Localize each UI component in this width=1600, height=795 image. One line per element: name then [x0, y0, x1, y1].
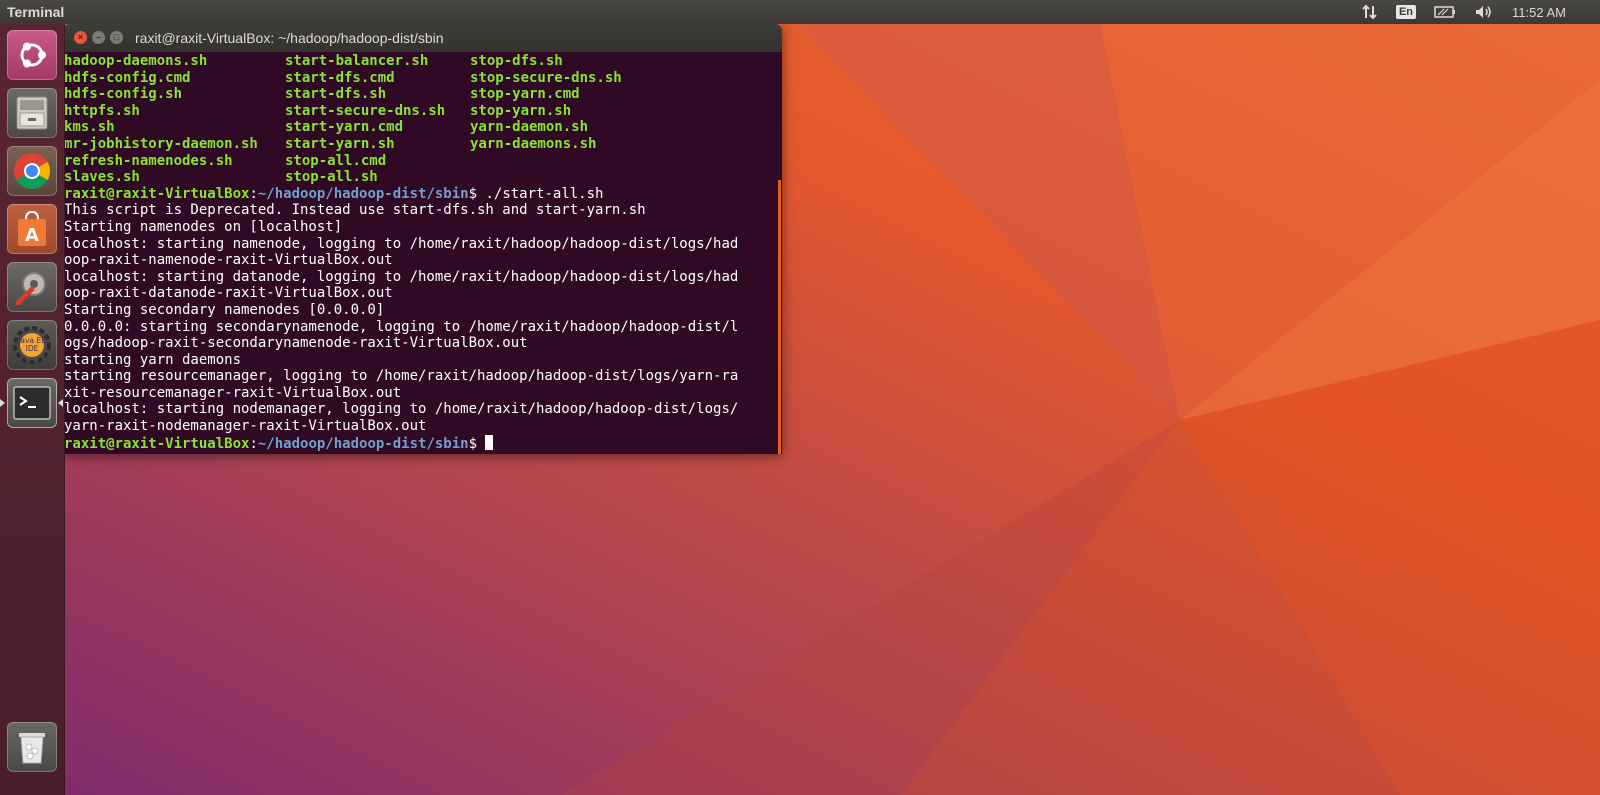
ls-row: httpfs.sh start-secure-dns.sh stop-yarn.sh — [64, 103, 782, 120]
launcher-files[interactable] — [7, 88, 57, 138]
file-name: slaves.sh — [64, 169, 140, 186]
command-text: ./start-all.sh — [477, 185, 604, 202]
scrollbar[interactable] — [778, 180, 781, 454]
file-name: yarn-daemon.sh — [470, 119, 589, 136]
ubuntu-logo-icon — [20, 42, 46, 68]
file-name: refresh-namenodes.sh — [64, 152, 233, 169]
file-name: start-balancer.sh — [285, 53, 429, 69]
output-line: ogs/hadoop-raxit-secondarynamenode-raxit… — [64, 335, 528, 352]
file-name: kms.sh — [64, 119, 115, 136]
ls-row: hdfs-config.cmd start-dfs.cmd stop-secure-… — [64, 70, 782, 87]
ls-row: slaves.sh stop-all.sh — [64, 169, 782, 186]
launcher-terminal[interactable] — [7, 378, 57, 428]
file-name: stop-secure-dns.sh — [470, 69, 622, 86]
terminal-text: hadoop-daemons.sh start-balancer.sh stop-d… — [64, 52, 782, 452]
launcher-java-ee-ide[interactable]: Java EE IDE — [7, 320, 57, 370]
text-cursor — [485, 434, 494, 450]
network-updown-icon[interactable] — [1362, 4, 1378, 20]
shopping-bag-icon: A — [18, 210, 46, 246]
volume-icon[interactable] — [1474, 4, 1494, 20]
file-name: start-dfs.cmd — [285, 69, 395, 86]
maximize-button[interactable]: □ — [110, 31, 123, 44]
trash-icon — [19, 733, 45, 764]
file-name: yarn-daemons.sh — [470, 135, 597, 152]
keyboard-layout-indicator[interactable]: En — [1395, 5, 1417, 19]
prompt-colon: : — [249, 435, 258, 452]
prompt-path: ~/hadoop/hadoop-dist/sbin — [257, 435, 469, 452]
keyboard-layout-label: En — [1395, 5, 1417, 19]
terminal-output[interactable]: hadoop-daemons.sh start-balancer.sh stop-d… — [64, 52, 782, 454]
file-name: start-yarn.sh — [285, 135, 395, 152]
file-name: stop-all.cmd — [285, 152, 387, 169]
minimize-icon: – — [95, 32, 101, 42]
ls-row: refresh-namenodes.sh stop-all.cmd — [64, 153, 782, 170]
output-line: Starting secondary namenodes [0.0.0.0] — [64, 301, 385, 318]
file-name: stop-dfs.sh — [470, 53, 563, 69]
output-line: oop-raxit-namenode-raxit-VirtualBox.out — [64, 252, 393, 269]
active-app-indicator — [0, 399, 5, 407]
output-line: starting resourcemanager, logging to /ho… — [64, 368, 739, 385]
file-name: mr-jobhistory-daemon.sh — [64, 135, 258, 152]
eclipse-gear-icon: Java EEIDE — [13, 326, 51, 364]
focused-app-indicator — [58, 399, 63, 407]
prompt-symbol: $ — [468, 435, 478, 452]
prompt-user: raxit@raxit-VirtualBox — [64, 185, 250, 202]
battery-icon[interactable] — [1434, 5, 1456, 19]
minimize-button[interactable]: – — [92, 31, 105, 44]
launcher-trash[interactable] — [7, 722, 57, 772]
launcher-ubuntu-dash[interactable] — [7, 30, 57, 80]
terminal-icon — [13, 386, 51, 420]
output-line: localhost: starting datanode, logging to… — [64, 268, 739, 285]
prompt-line: raxit@raxit-VirtualBox:~/hadoop/hadoop-d… — [64, 186, 782, 203]
indicator-area: En 11:52 AM — [1353, 0, 1600, 24]
terminal-window[interactable]: × – □ raxit@raxit-VirtualBox: ~/hadoop/h… — [64, 24, 782, 454]
launcher-chrome[interactable] — [7, 146, 57, 196]
file-name: hadoop-daemons.sh — [64, 53, 208, 69]
launcher-system-settings[interactable] — [7, 262, 57, 312]
ls-row: hdfs-config.sh start-dfs.sh stop-yarn.cmd — [64, 86, 782, 103]
file-name: stop-yarn.cmd — [470, 86, 580, 103]
output-line: This script is Deprecated. Instead use s… — [64, 202, 646, 219]
file-cabinet-icon — [16, 96, 48, 130]
close-button[interactable]: × — [74, 31, 87, 44]
window-titlebar[interactable]: × – □ raxit@raxit-VirtualBox: ~/hadoop/h… — [64, 24, 782, 52]
maximize-icon: □ — [113, 32, 120, 42]
file-name: hdfs-config.sh — [64, 86, 183, 103]
prompt-colon: : — [249, 185, 258, 202]
app-title: Terminal — [7, 4, 65, 20]
window-title: raxit@raxit-VirtualBox: ~/hadoop/hadoop-… — [135, 30, 444, 46]
file-name: stop-all.sh — [285, 169, 378, 186]
output-line: Starting namenodes on [localhost] — [64, 218, 343, 235]
file-name: httpfs.sh — [64, 102, 140, 119]
svg-text:A: A — [25, 225, 39, 246]
output-line: xit-resourcemanager-raxit-VirtualBox.out — [64, 384, 402, 401]
ls-row: mr-jobhistory-daemon.sh start-yarn.sh yarn… — [64, 136, 782, 153]
output-line: yarn-raxit-nodemanager-raxit-VirtualBox.… — [64, 418, 427, 435]
output-line: starting yarn daemons — [64, 351, 242, 368]
ls-row: kms.sh start-yarn.cmd yarn-daemon.sh — [64, 119, 782, 136]
prompt-path: ~/hadoop/hadoop-dist/sbin — [257, 185, 469, 202]
output-line: 0.0.0.0: starting secondarynamenode, log… — [64, 318, 739, 335]
clock[interactable]: 11:52 AM — [1512, 5, 1566, 20]
file-name: hdfs-config.cmd — [64, 69, 191, 86]
file-name: stop-yarn.sh — [470, 102, 572, 119]
chrome-icon — [13, 153, 51, 190]
output-line: oop-raxit-datanode-raxit-VirtualBox.out — [64, 285, 393, 302]
prompt-symbol: $ — [468, 185, 478, 202]
prompt-user: raxit@raxit-VirtualBox — [64, 435, 250, 452]
close-icon: × — [77, 32, 84, 42]
output-line: localhost: starting namenode, logging to… — [64, 235, 739, 252]
prompt-line: raxit@raxit-VirtualBox:~/hadoop/hadoop-d… — [64, 434, 782, 452]
file-name: start-dfs.sh — [285, 86, 387, 103]
svg-text:IDE: IDE — [26, 344, 39, 353]
top-panel: Terminal En 11:52 AM — [0, 0, 1600, 24]
ls-row: hadoop-daemons.sh start-balancer.sh stop-d… — [64, 53, 782, 70]
launcher: A Java EE IDE — [0, 24, 65, 795]
launcher-software-center[interactable]: A — [7, 204, 57, 254]
file-name: start-yarn.cmd — [285, 119, 404, 136]
wrench-gear-icon — [15, 272, 46, 306]
output-line: localhost: starting nodemanager, logging… — [64, 401, 739, 418]
file-name: start-secure-dns.sh — [285, 102, 446, 119]
